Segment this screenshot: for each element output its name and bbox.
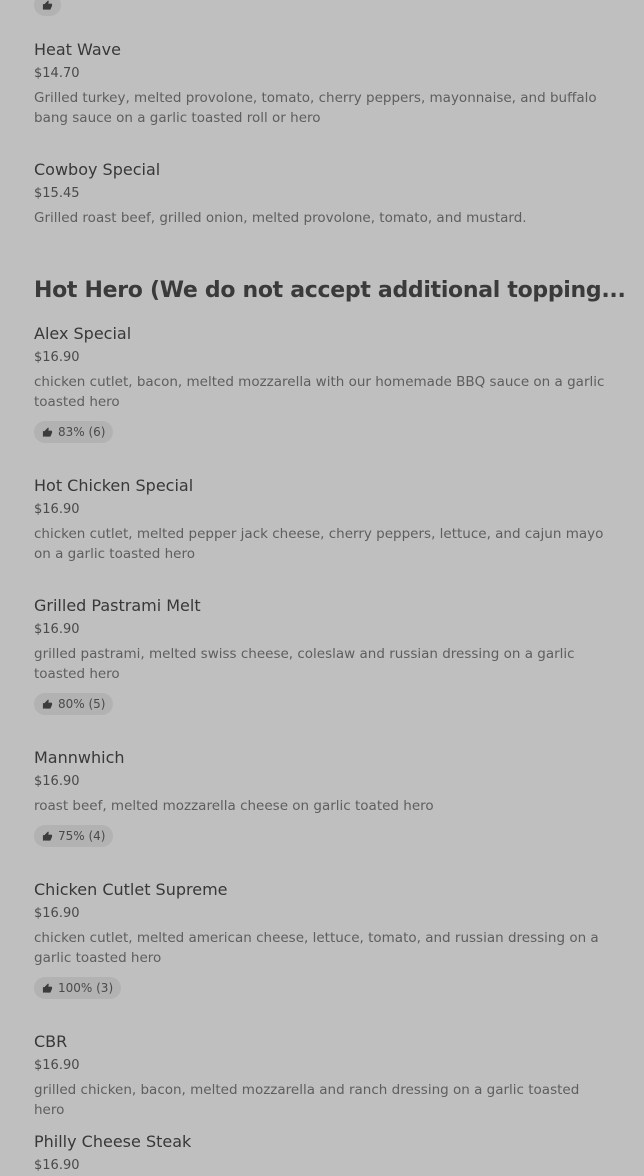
item-price: $16.90: [34, 774, 80, 789]
rating-badge: 80% (5): [34, 693, 114, 715]
item-name: Alex Special: [34, 324, 132, 343]
item-name: Heat Wave: [34, 40, 121, 59]
menu-item-alex-special[interactable]: Alex Special $16.90 chicken cutlet, baco…: [34, 324, 610, 443]
item-name: CBR: [34, 1032, 68, 1051]
item-name: Mannwhich: [34, 748, 125, 767]
item-price: $16.90: [34, 906, 80, 921]
rating-text: 75% (4): [58, 829, 106, 843]
item-price: $16.90: [34, 1158, 80, 1173]
rating-badge: 100% (3): [34, 977, 122, 999]
item-description: chicken cutlet, bacon, melted mozzarella…: [34, 374, 605, 410]
item-name: Chicken Cutlet Supreme: [34, 880, 228, 899]
item-price: $16.90: [34, 622, 80, 637]
item-description: grilled pastrami, melted swiss cheese, c…: [34, 646, 575, 682]
item-description: Grilled turkey, melted provolone, tomato…: [34, 90, 597, 126]
rating-badge: 83% (6): [34, 421, 114, 443]
item-name: Cowboy Special: [34, 160, 161, 179]
menu-item-philly-cheese-steak[interactable]: Philly Cheese Steak $16.90: [34, 1132, 610, 1174]
menu-item-cbr[interactable]: CBR $16.90 grilled chicken, bacon, melte…: [34, 1032, 610, 1120]
item-price: $14.70: [34, 66, 80, 81]
item-price: $16.90: [34, 1058, 80, 1073]
thumbs-up-icon: [42, 982, 53, 993]
rating-badge: 75% (4): [34, 825, 114, 847]
menu-item-heat-wave[interactable]: Heat Wave $14.70 Grilled turkey, melted …: [34, 40, 610, 128]
rating-badge-partial: [34, 0, 61, 16]
section-title: Hot Hero (We do not accept additional to…: [34, 278, 626, 303]
rating-text: 100% (3): [58, 981, 114, 995]
thumbs-up-icon: [42, 426, 53, 437]
item-description: chicken cutlet, melted american cheese, …: [34, 930, 599, 966]
thumbs-up-icon: [42, 0, 53, 10]
thumbs-up-icon: [42, 830, 53, 841]
item-price: $15.45: [34, 186, 80, 201]
item-name: Hot Chicken Special: [34, 476, 194, 495]
item-description: Grilled roast beef, grilled onion, melte…: [34, 210, 527, 226]
item-description: roast beef, melted mozzarella cheese on …: [34, 798, 434, 814]
thumbs-up-icon: [42, 698, 53, 709]
menu-item-mannwhich[interactable]: Mannwhich $16.90 roast beef, melted mozz…: [34, 748, 610, 847]
item-description: chicken cutlet, melted pepper jack chees…: [34, 526, 604, 562]
menu-item-cowboy-special[interactable]: Cowboy Special $15.45 Grilled roast beef…: [34, 160, 610, 228]
item-name: Philly Cheese Steak: [34, 1132, 192, 1151]
item-name: Grilled Pastrami Melt: [34, 596, 201, 615]
menu-item-hot-chicken-special[interactable]: Hot Chicken Special $16.90 chicken cutle…: [34, 476, 610, 564]
menu-item-grilled-pastrami-melt[interactable]: Grilled Pastrami Melt $16.90 grilled pas…: [34, 596, 610, 715]
item-price: $16.90: [34, 502, 80, 517]
item-description: grilled chicken, bacon, melted mozzarell…: [34, 1082, 580, 1118]
menu-item-chicken-cutlet-supreme[interactable]: Chicken Cutlet Supreme $16.90 chicken cu…: [34, 880, 610, 999]
rating-text: 83% (6): [58, 425, 106, 439]
rating-text: 80% (5): [58, 697, 106, 711]
item-price: $16.90: [34, 350, 80, 365]
